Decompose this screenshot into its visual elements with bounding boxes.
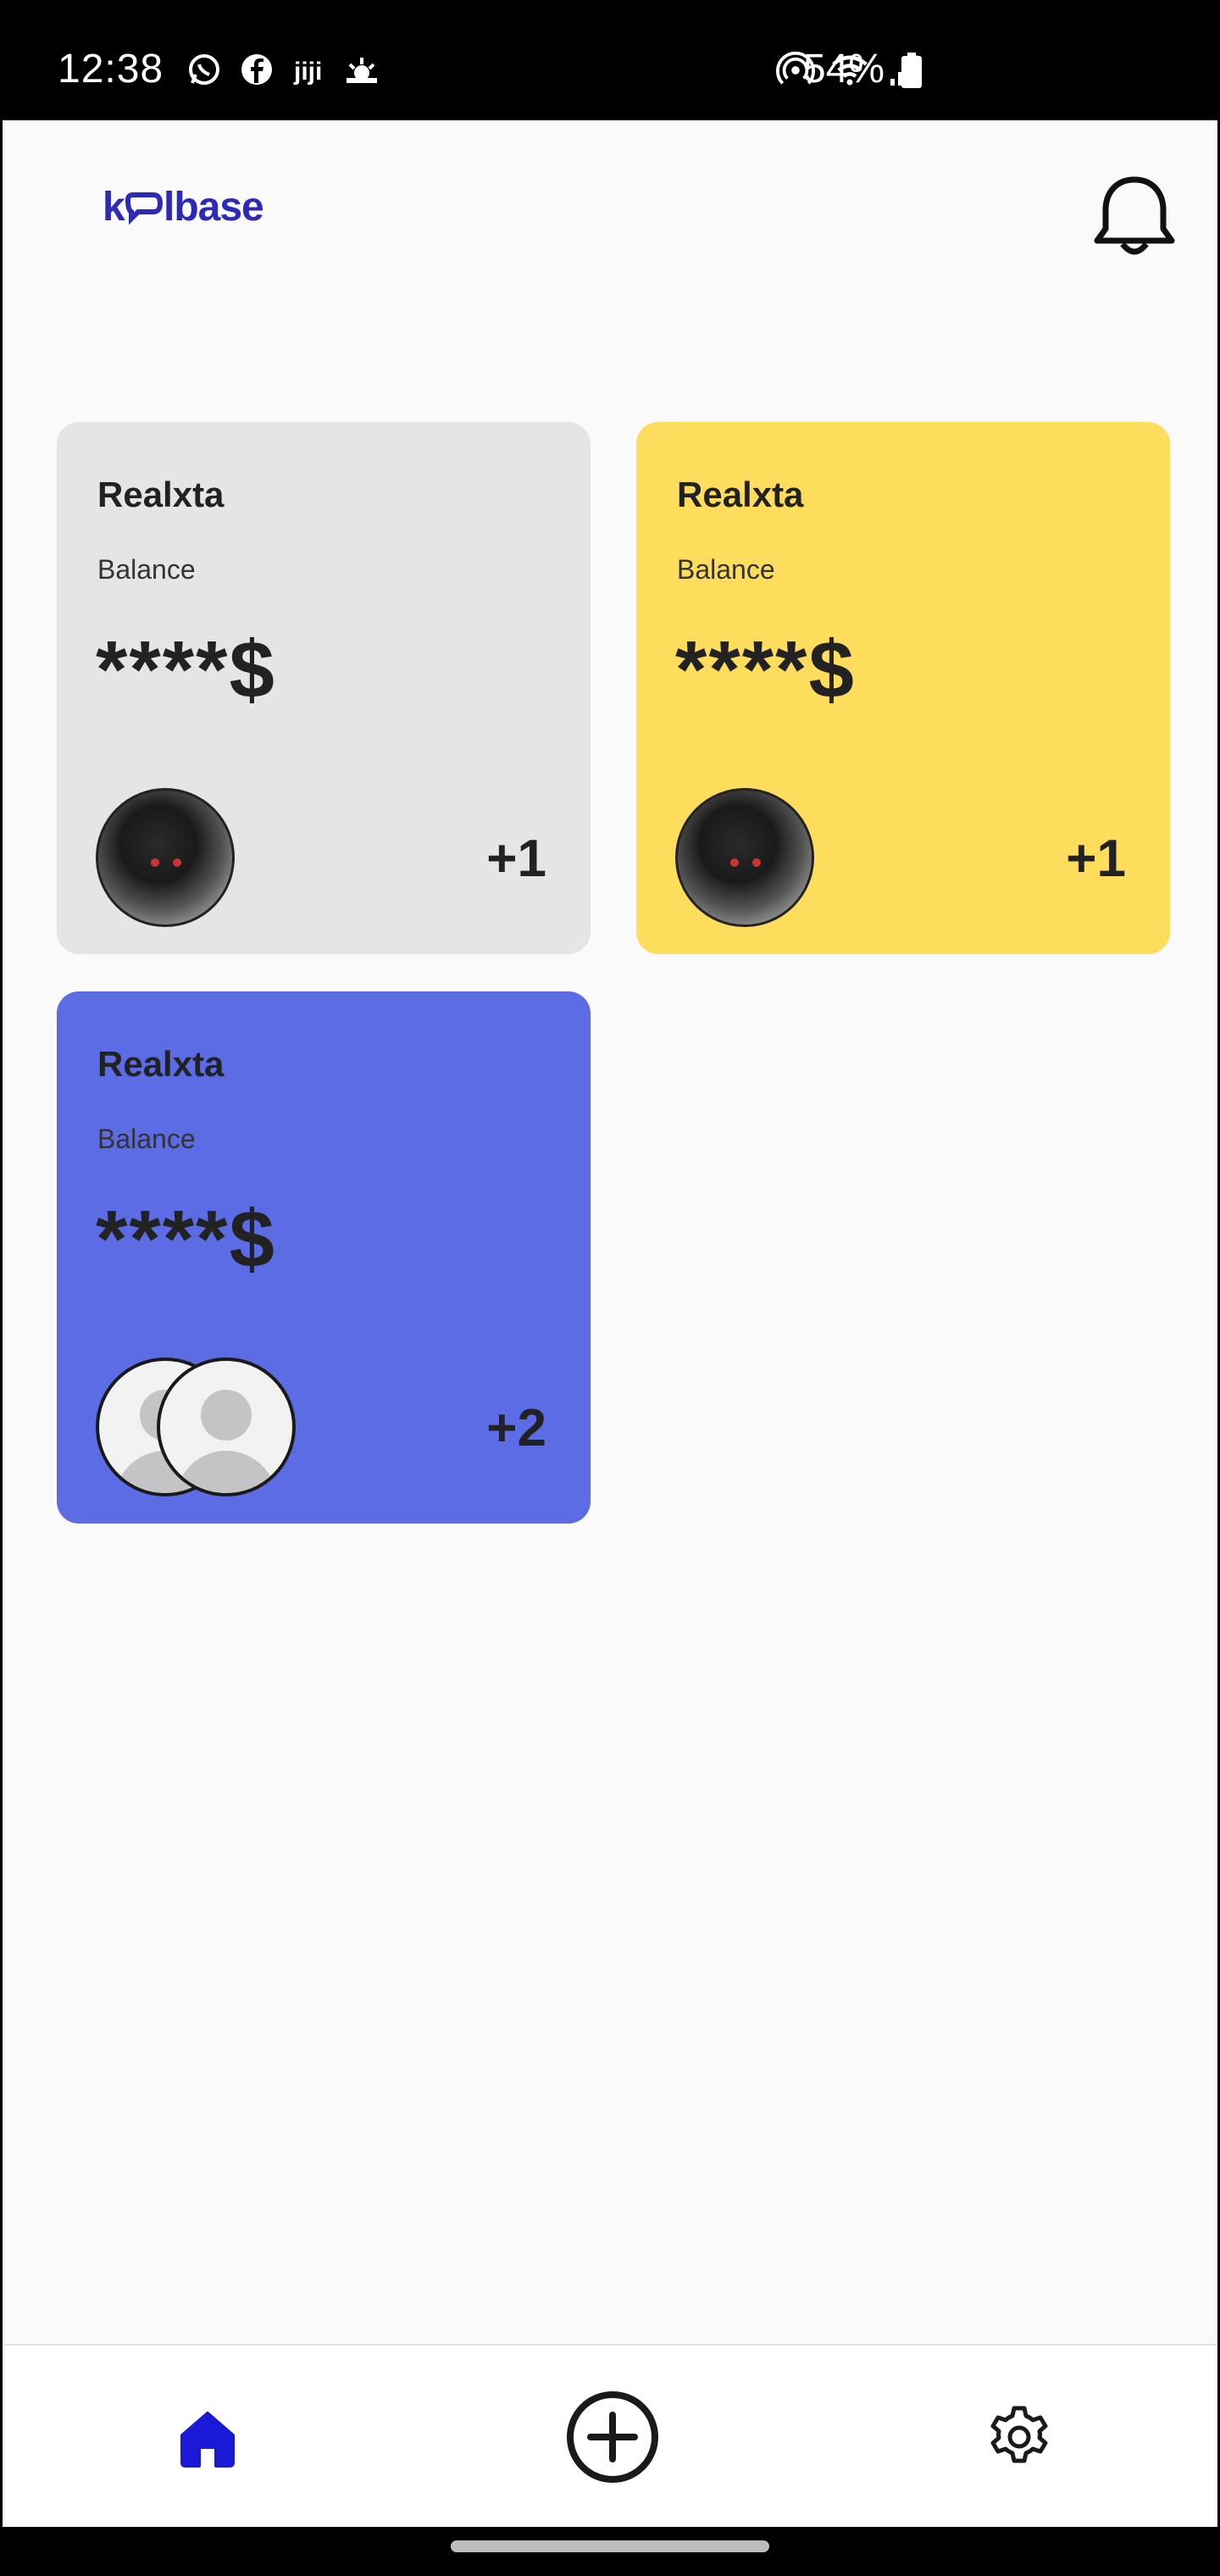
balance-label: Balance <box>677 554 775 585</box>
account-card[interactable]: Realxta Balance ****$ +1 <box>636 422 1170 954</box>
account-card[interactable]: Realxta Balance ****$ +1 <box>57 422 591 954</box>
battery-percentage: 54% <box>803 47 885 92</box>
balance-label: Balance <box>97 1124 196 1154</box>
svg-text:lbase: lbase <box>164 185 263 230</box>
status-time: 12:38 <box>58 47 164 92</box>
gear-icon[interactable] <box>985 2403 1053 2471</box>
avatar <box>675 788 814 927</box>
app-screen: k lbase Realxta Balance ****$ +1 Realxta… <box>0 120 1220 2527</box>
member-count: +1 <box>486 830 546 888</box>
home-indicator[interactable] <box>451 2540 769 2552</box>
member-count: +2 <box>486 1399 546 1457</box>
status-bar: 12:38 jiji 54% <box>0 0 1220 120</box>
avatar <box>96 788 235 927</box>
avatar-eye <box>730 858 739 867</box>
battery-icon <box>901 53 922 88</box>
avatar-eye <box>151 858 159 867</box>
app-logo[interactable]: k lbase <box>103 181 297 242</box>
bottom-navigation <box>3 2344 1217 2527</box>
avatar-body <box>175 1451 277 1493</box>
default-avatar-icon <box>157 1357 296 1496</box>
home-icon[interactable] <box>174 2405 241 2473</box>
whatsapp-icon <box>185 50 224 89</box>
avatar-eye <box>752 858 761 867</box>
card-name: Realxta <box>97 1044 225 1084</box>
balance-value: ****$ <box>96 1194 276 1285</box>
weather-icon <box>342 50 381 89</box>
card-name: Realxta <box>677 475 804 514</box>
account-card[interactable]: Realxta Balance ****$ +2 <box>57 991 591 1524</box>
notification-bell-icon[interactable] <box>1087 168 1182 263</box>
avatar-eye <box>173 858 181 867</box>
svg-text:k: k <box>103 185 125 230</box>
jiji-icon: jiji <box>290 50 329 89</box>
plus-circle-icon[interactable] <box>563 2388 662 2486</box>
balance-value: ****$ <box>96 625 276 715</box>
status-left-icons: jiji <box>185 49 381 90</box>
card-name: Realxta <box>97 475 225 514</box>
svg-text:jiji: jiji <box>293 58 322 86</box>
avatar-head <box>201 1390 252 1441</box>
balance-value: ****$ <box>675 625 856 715</box>
member-count: +1 <box>1066 830 1126 888</box>
balance-label: Balance <box>97 554 196 585</box>
facebook-icon <box>237 50 276 89</box>
